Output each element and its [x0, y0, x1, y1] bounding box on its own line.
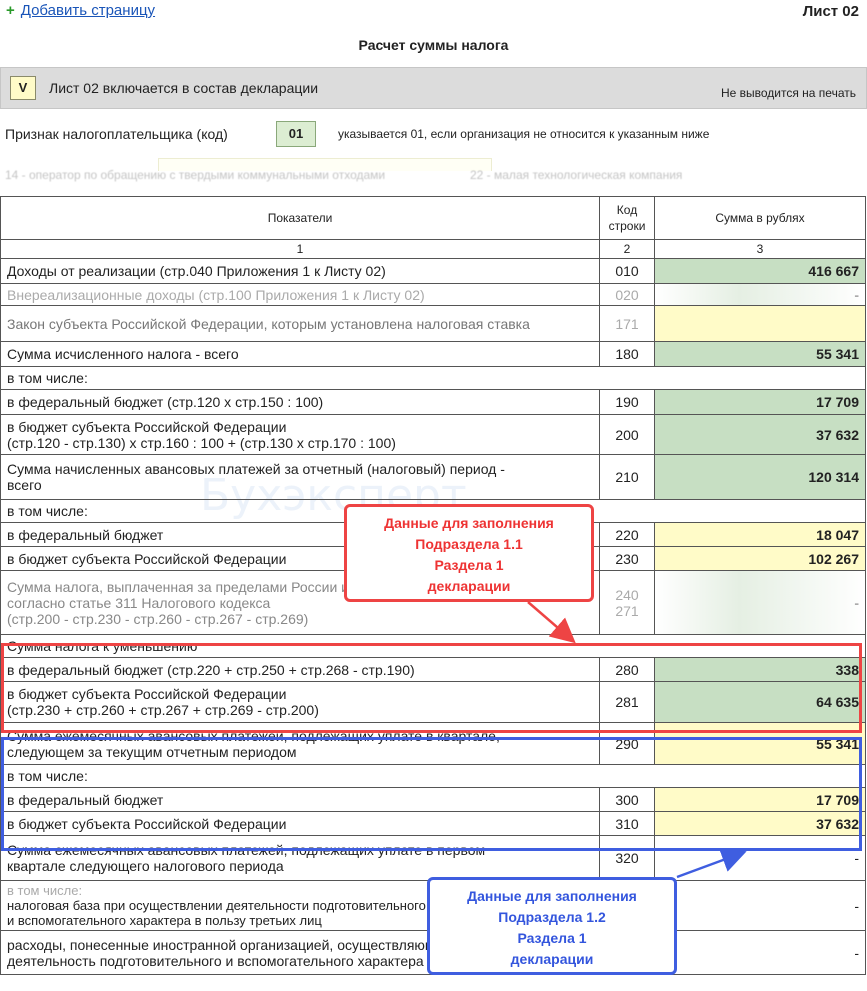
table-row: в бюджет субъекта Российской Федерации (с…: [0, 414, 866, 455]
noprint-label: Не выводится на печать: [720, 86, 856, 100]
row-code: 300: [599, 787, 655, 812]
table-header-row: Показатели Код строки Сумма в рублях: [0, 196, 866, 240]
include-checkbox[interactable]: V: [10, 76, 36, 100]
callout-line: декларации: [427, 578, 511, 594]
table-row: Закон субъекта Российской Федерации, кот…: [0, 305, 866, 342]
callout-line: Раздела 1: [434, 557, 504, 573]
row-code: 171: [599, 305, 655, 342]
row-label: в том числе:: [0, 366, 866, 390]
callout-line: Данные для заполнения: [467, 888, 637, 904]
row-code: 281: [599, 681, 655, 723]
table-row: в бюджет субъекта Российской Федерации (с…: [0, 681, 866, 723]
row-code: 180: [599, 341, 655, 367]
include-bar: V Лист 02 включается в состав декларации…: [0, 67, 867, 109]
row-value[interactable]: 64 635: [654, 681, 866, 723]
taxpayer-label: Признак налогоплательщика (код): [5, 126, 228, 142]
col-num-1: 1: [0, 239, 600, 259]
callout-line: Подраздела 1.2: [498, 909, 606, 925]
header-sum: Сумма в рублях: [654, 196, 866, 240]
sheet-title: Лист 02: [802, 3, 859, 20]
row-value[interactable]: 55 341: [654, 722, 866, 765]
row-value: -: [654, 880, 866, 931]
table-row: Доходы от реализации (стр.040 Приложения…: [0, 258, 866, 284]
row-code: 290: [599, 722, 655, 765]
faded-hint-right: 22 - малая технологическая компания: [470, 168, 683, 182]
row-value[interactable]: 416 667: [654, 258, 866, 284]
header-code: Код строки: [599, 196, 655, 240]
row-label: Сумма ежемесячных авансовых платежей, по…: [0, 835, 600, 881]
row-label: Закон субъекта Российской Федерации, кот…: [0, 305, 600, 342]
row-value[interactable]: 338: [654, 657, 866, 682]
callout-line: декларации: [510, 951, 594, 967]
table-row: Внереализационные доходы (стр.100 Прилож…: [0, 283, 866, 306]
row-code: 220: [599, 522, 655, 547]
row-label: в федеральный бюджет: [0, 787, 600, 812]
col-num-3: 3: [654, 239, 866, 259]
row-code: 190: [599, 389, 655, 415]
row-value[interactable]: 18 047: [654, 522, 866, 547]
row-value[interactable]: 37 632: [654, 414, 866, 455]
row-code: 230: [599, 546, 655, 571]
row-code: 010: [599, 258, 655, 284]
table-row: в бюджет субъекта Российской Федерации 3…: [0, 811, 866, 836]
table-row: в федеральный бюджет 300 17 709: [0, 787, 866, 812]
row-label: Сумма начисленных авансовых платежей за …: [0, 454, 600, 500]
row-value[interactable]: 17 709: [654, 787, 866, 812]
table-row: в том числе:: [0, 366, 866, 390]
row-value[interactable]: -: [654, 570, 866, 635]
row-code: 020: [599, 283, 655, 306]
row-value[interactable]: [654, 305, 866, 342]
plus-icon: +: [6, 2, 15, 19]
table-row: в федеральный бюджет (стр.220 + стр.250 …: [0, 657, 866, 682]
row-code: 210: [599, 454, 655, 500]
row-value: -: [654, 930, 866, 975]
row-label: в бюджет субъекта Российской Федерации (с…: [0, 681, 600, 723]
add-page-link[interactable]: + Добавить страницу: [6, 2, 155, 19]
callout-line: Раздела 1: [517, 930, 587, 946]
callout-subsection-1-1: Данные для заполнения Подраздела 1.1 Раз…: [344, 504, 594, 602]
row-code: 310: [599, 811, 655, 836]
row-code: 280: [599, 657, 655, 682]
row-label: в бюджет субъекта Российской Федерации (с…: [0, 414, 600, 455]
table-row: в том числе:: [0, 764, 866, 788]
row-code: 240 271: [599, 570, 655, 635]
row-label: в федеральный бюджет (стр.120 х стр.150 …: [0, 389, 600, 415]
row-label: в бюджет субъекта Российской Федерации: [0, 811, 600, 836]
row-label: Сумма ежемесячных авансовых платежей, по…: [0, 722, 600, 765]
row-value: -: [654, 835, 866, 881]
table-row: Сумма ежемесячных авансовых платежей, по…: [0, 835, 866, 881]
column-number-row: 1 2 3: [0, 239, 866, 259]
page-title: Расчет суммы налога: [358, 37, 509, 53]
callout-line: Данные для заполнения: [384, 515, 554, 531]
row-label: Доходы от реализации (стр.040 Приложения…: [0, 258, 600, 284]
table-row: Сумма исчисленного налога - всего 180 55…: [0, 341, 866, 367]
top-bar: + Добавить страницу Лист 02: [0, 0, 867, 26]
row-value[interactable]: 102 267: [654, 546, 866, 571]
row-label: Сумма исчисленного налога - всего: [0, 341, 600, 367]
taxpayer-code-field[interactable]: 01: [276, 121, 316, 147]
header-indicators: Показатели: [0, 196, 600, 240]
col-num-2: 2: [599, 239, 655, 259]
row-label: Внереализационные доходы (стр.100 Прилож…: [0, 283, 600, 306]
table-row: Сумма начисленных авансовых платежей за …: [0, 454, 866, 500]
row-value[interactable]: 37 632: [654, 811, 866, 836]
row-label: Сумма налога к уменьшению: [0, 634, 866, 658]
row-code: 200: [599, 414, 655, 455]
row-value[interactable]: 17 709: [654, 389, 866, 415]
table-row: Сумма налога к уменьшению: [0, 634, 866, 658]
add-page-label: Добавить страницу: [20, 2, 156, 19]
callout-subsection-1-2: Данные для заполнения Подраздела 1.2 Раз…: [427, 877, 677, 975]
table-row: в федеральный бюджет (стр.120 х стр.150 …: [0, 389, 866, 415]
table-row: Сумма ежемесячных авансовых платежей, по…: [0, 722, 866, 765]
include-label: Лист 02 включается в состав декларации: [49, 80, 319, 96]
callout-line: Подраздела 1.1: [415, 536, 523, 552]
row-code: 320: [599, 835, 655, 881]
row-label: в федеральный бюджет (стр.220 + стр.250 …: [0, 657, 600, 682]
row-value[interactable]: 120 314: [654, 454, 866, 500]
faded-hint-left: 14 - оператор по обращению с твердыми ко…: [5, 168, 386, 182]
taxpayer-hint: указывается 01, если организация не отно…: [338, 127, 710, 141]
row-label: в том числе:: [0, 764, 866, 788]
row-value[interactable]: 55 341: [654, 341, 866, 367]
row-value[interactable]: -: [654, 283, 866, 306]
